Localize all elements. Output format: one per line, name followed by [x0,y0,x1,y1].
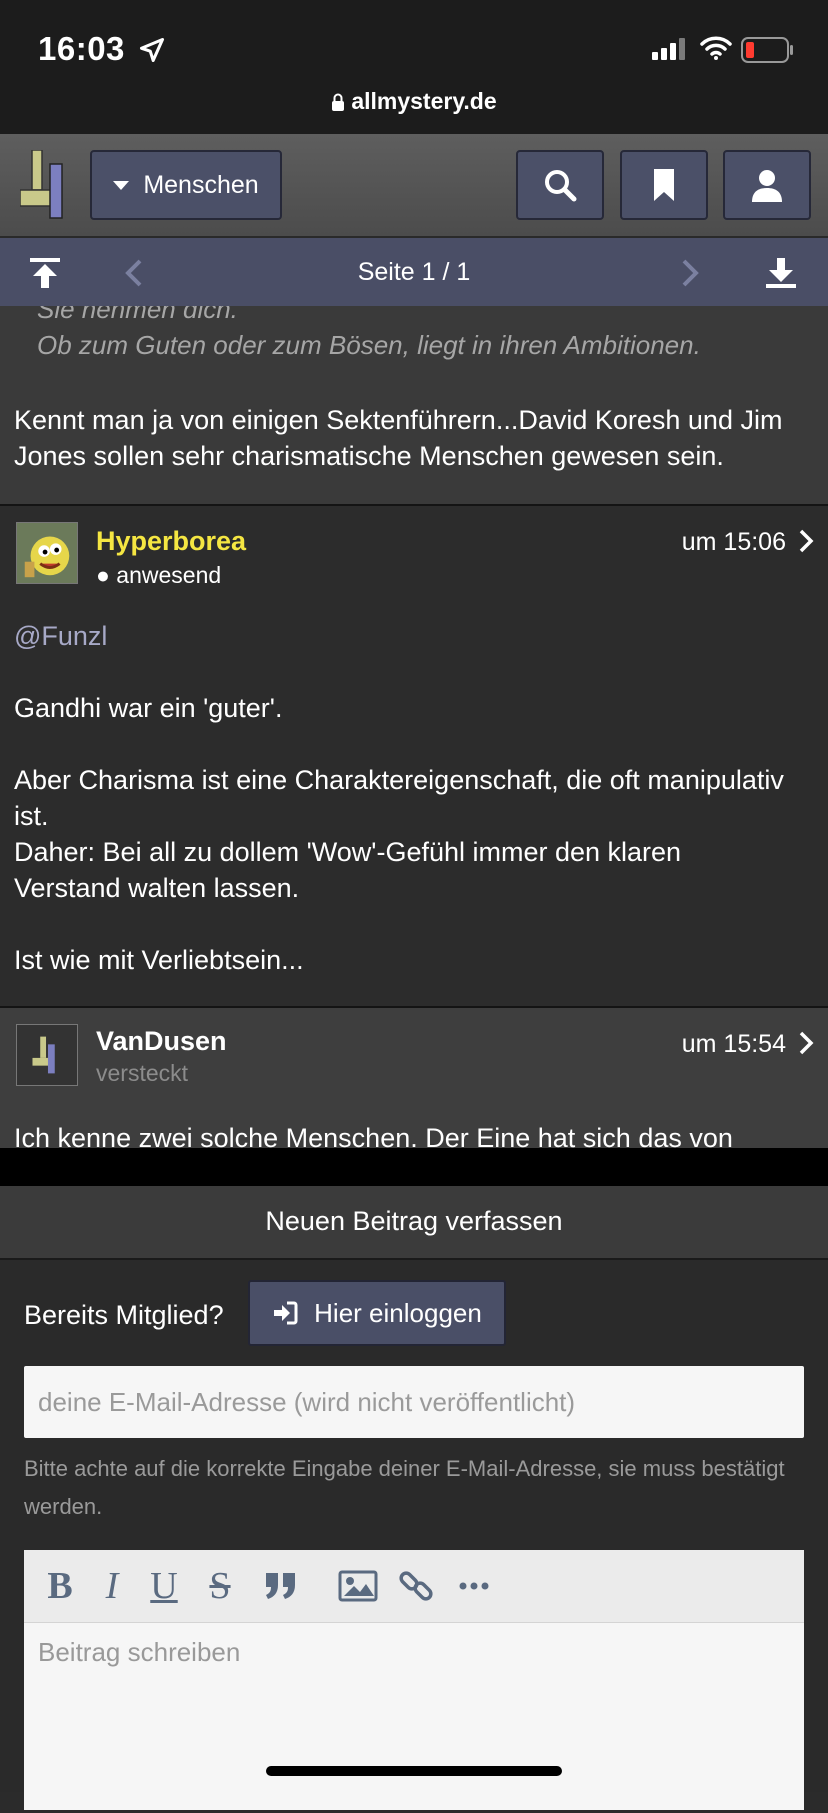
search-icon [545,170,577,202]
chevron-right-icon[interactable] [798,528,814,554]
search-button[interactable] [516,150,604,220]
quote-line: Ob zum Guten oder zum Bösen, liegt in ih… [37,330,701,360]
chevron-right-icon[interactable] [798,1030,814,1056]
post-time[interactable]: um 15:54 [682,1030,786,1059]
location-arrow-icon [139,37,165,63]
wifi-icon [700,36,732,60]
scroll-to-bottom-icon[interactable] [764,256,798,290]
post-text: ist. [14,801,49,831]
page-indicator: Seite 1 / 1 [357,258,471,286]
image-icon[interactable] [338,1568,378,1604]
login-label: Hier einloggen [314,1297,482,1328]
divider [0,1148,828,1186]
email-hint: Bitte achte auf die korrekte Eingabe dei… [24,1456,785,1519]
battery-low-icon [741,37,793,63]
post-text: Kennt man ja von einigen Sektenführern..… [14,405,783,435]
post-partial: Sie nehmen dich. Ob zum Guten oder zum B… [0,306,828,506]
member-label: Bereits Mitglied? [24,1300,224,1330]
mention-link[interactable]: @Funzl [14,618,107,654]
status-bar: 16:03 allmystery.de [0,0,828,134]
email-field[interactable] [24,1366,804,1438]
home-indicator[interactable] [266,1766,562,1776]
post-hyperborea: Hyperborea ● anwesend um 15:06 @Funzl Ga… [0,506,828,1008]
italic-button[interactable]: I [94,1565,130,1607]
avatar[interactable] [16,1024,78,1086]
url-text: allmystery.de [351,88,497,114]
username[interactable]: Hyperborea [96,526,246,557]
quote-icon[interactable] [264,1568,298,1604]
lock-icon [332,93,345,111]
allmystery-logo-icon[interactable] [20,150,68,220]
bold-button[interactable]: B [42,1565,78,1607]
user-status-text: anwesend [116,562,222,588]
url-bar[interactable]: allmystery.de [0,88,828,115]
pagination-bar: Seite 1 / 1 [0,238,828,306]
more-options-icon[interactable] [458,1568,490,1604]
username[interactable]: VanDusen [96,1026,227,1057]
user-icon [752,170,782,202]
post-text: Ist wie mit Verliebtsein... [14,945,304,975]
category-label: Menschen [143,170,259,199]
avatar[interactable] [16,522,78,584]
sign-in-icon [274,1301,298,1325]
post-text: Gandhi war ein 'guter'. [14,693,283,723]
bookmark-button[interactable] [620,150,708,220]
login-button[interactable]: Hier einloggen [248,1280,506,1346]
quote-line: Sie nehmen dich. [37,306,238,324]
compose-header: Neuen Beitrag verfassen [0,1186,828,1260]
post-vandusen: VanDusen versteckt um 15:54 Ich kenne zw… [0,1008,828,1148]
strikethrough-button[interactable]: S [202,1565,238,1607]
user-status: ● anwesend [96,562,222,588]
post-body-textarea[interactable] [24,1623,804,1813]
link-icon[interactable] [398,1568,434,1604]
compose-title: Neuen Beitrag verfassen [265,1206,563,1236]
bookmark-icon [654,169,674,201]
post-text: Jones sollen sehr charismatische Mensche… [14,441,724,471]
post-text: Verstand walten lassen. [14,873,300,903]
category-dropdown-button[interactable]: Menschen [90,150,282,220]
post-text: Daher: Bei all zu dollem 'Wow'-Gefühl im… [14,837,682,867]
post-time[interactable]: um 15:06 [682,528,786,557]
post-text: Ich kenne zwei solche Menschen. Der Eine… [14,1123,733,1148]
site-header: Menschen [0,134,828,238]
post-text: Aber Charisma ist eine Charaktereigensch… [14,765,784,795]
underline-button[interactable]: U [146,1565,182,1607]
status-time: 16:03 [38,30,125,67]
cellular-signal-icon [652,38,685,60]
next-page-icon[interactable] [680,258,700,288]
editor-toolbar: B I U S [24,1550,804,1623]
user-account-button[interactable] [723,150,811,220]
user-status: versteckt [96,1060,189,1086]
caret-down-icon [113,180,130,190]
compose-form: Bereits Mitglied? Hier einloggen Bitte a… [0,1260,828,1813]
